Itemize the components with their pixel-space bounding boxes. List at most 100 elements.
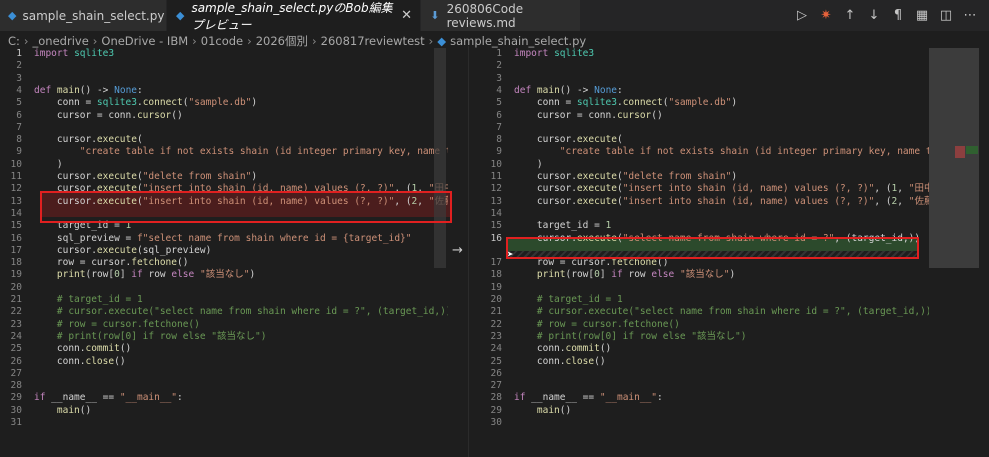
code-line[interactable]: 27 bbox=[480, 380, 929, 392]
code-text: import sqlite3 bbox=[34, 48, 115, 59]
code-text: main() bbox=[56, 404, 92, 416]
code-line[interactable]: 25 conn.close() bbox=[480, 356, 929, 368]
code-line[interactable]: 6 cursor = conn.cursor() bbox=[480, 110, 929, 122]
code-line[interactable]: 15 target_id = 1 bbox=[480, 220, 929, 232]
code-line[interactable]: 10 ) bbox=[0, 159, 448, 171]
code-line[interactable]: 23 # print(row[0] if row else "該当なし") bbox=[480, 331, 929, 343]
code-line[interactable]: 31 bbox=[0, 417, 448, 429]
more-icon[interactable]: ⋯ bbox=[963, 8, 977, 23]
code-line[interactable]: 1 import sqlite3 bbox=[480, 48, 929, 60]
code-line[interactable]: 3 bbox=[0, 73, 448, 85]
code-line[interactable]: 20 bbox=[0, 282, 448, 294]
code-line[interactable]: 7 bbox=[480, 122, 929, 134]
code-line[interactable]: 2 bbox=[480, 60, 929, 72]
code-line[interactable]: 19 bbox=[480, 282, 929, 294]
code-line[interactable]: 4 def main() -> None: bbox=[0, 85, 448, 97]
code-line[interactable]: 30 bbox=[480, 417, 929, 429]
code-line[interactable]: 5 conn = sqlite3.connect("sample.db") bbox=[480, 97, 929, 109]
code-line[interactable]: 5 conn = sqlite3.connect("sample.db") bbox=[0, 97, 448, 109]
code-line[interactable]: 11 cursor.execute("delete from shain") bbox=[480, 171, 929, 183]
line-number: 3 bbox=[16, 72, 22, 84]
code-line[interactable]: 26 conn.close() bbox=[0, 356, 448, 368]
code-line[interactable]: 27 bbox=[0, 368, 448, 380]
code-line[interactable]: 12 cursor.execute("insert into shain (id… bbox=[480, 183, 929, 195]
code-line[interactable]: 21 # target_id = 1 bbox=[0, 294, 448, 306]
line-number: 7 bbox=[496, 121, 502, 133]
code-line[interactable]: 28 if __name__ == "__main__": bbox=[480, 392, 929, 404]
arrow-up-icon[interactable]: ↑ bbox=[843, 8, 857, 23]
code-line[interactable]: 22 # row = cursor.fetchone() bbox=[480, 319, 929, 331]
line-number: 6 bbox=[16, 109, 22, 121]
line-number: 16 bbox=[490, 232, 502, 244]
code-line[interactable]: 11 cursor.execute("delete from shain") bbox=[0, 171, 448, 183]
code-line[interactable]: 10 ) bbox=[480, 159, 929, 171]
code-line[interactable]: 13 cursor.execute("insert into shain (id… bbox=[480, 196, 929, 208]
map-icon[interactable]: ▦ bbox=[915, 8, 929, 23]
pane-divider[interactable] bbox=[468, 46, 469, 457]
code-text: conn.commit() bbox=[514, 343, 612, 355]
line-number: 23 bbox=[490, 330, 502, 342]
code-line[interactable]: 24 # print(row[0] if row else "該当なし") bbox=[0, 331, 448, 343]
code-text: # row = cursor.fetchone() bbox=[34, 318, 200, 330]
code-line[interactable]: 8 cursor.execute( bbox=[480, 134, 929, 146]
arrow-down-icon[interactable]: ↓ bbox=[867, 8, 881, 23]
code-line[interactable]: 8 cursor.execute( bbox=[0, 134, 448, 146]
code-line[interactable]: 29 if __name__ == "__main__": bbox=[0, 392, 448, 404]
close-icon[interactable]: ✕ bbox=[401, 8, 412, 23]
code-line[interactable]: 18 row = cursor.fetchone() bbox=[0, 257, 448, 269]
code-line[interactable]: 17 cursor.execute(sql_preview) bbox=[0, 245, 448, 257]
code-line[interactable]: 9 "create table if not exists shain (id … bbox=[480, 146, 929, 158]
tab-sample-shain-select[interactable]: ◆ sample_shain_select.py M bbox=[0, 0, 183, 31]
pilcrow-icon[interactable]: ¶ bbox=[891, 8, 905, 23]
code-line[interactable]: 28 bbox=[0, 380, 448, 392]
code-line[interactable]: 30 main() bbox=[0, 405, 448, 417]
code-text: if __name__ == "__main__": bbox=[34, 392, 183, 404]
code-line[interactable]: 26 bbox=[480, 368, 929, 380]
code-line[interactable]: 18 print(row[0] if row else "該当なし") bbox=[480, 269, 929, 281]
tab-bob-preview[interactable]: ◆ sample_shain_select.pyのBob編集プレビュー ✕ bbox=[167, 0, 421, 32]
code-line[interactable]: 20 # target_id = 1 bbox=[480, 294, 929, 306]
scrollbar-left[interactable] bbox=[434, 48, 446, 268]
code-text: if __name__ == "__main__": bbox=[514, 392, 663, 404]
code-text: # cursor.execute("select name from shain… bbox=[514, 306, 929, 318]
line-number: 4 bbox=[496, 84, 502, 96]
code-line[interactable]: 24 conn.commit() bbox=[480, 343, 929, 355]
code-line[interactable]: 19 print(row[0] if row else "該当なし") bbox=[0, 269, 448, 281]
line-number: 20 bbox=[10, 281, 22, 293]
code-line[interactable]: 6 cursor = conn.cursor() bbox=[0, 110, 448, 122]
code-line[interactable]: 2 bbox=[0, 60, 448, 72]
code-text: cursor.execute(sql_preview) bbox=[34, 244, 212, 256]
original-editor[interactable]: 1 import sqlite3 2 3 4 def main() -> None: 5 c… bbox=[0, 46, 448, 457]
minimap-slider[interactable] bbox=[929, 48, 979, 268]
line-number: 13 bbox=[10, 195, 22, 207]
bob-icon[interactable]: ✷ bbox=[819, 8, 833, 23]
tab-label: sample_shain_select.pyのBob編集プレビュー bbox=[191, 0, 393, 32]
code-line[interactable]: 7 bbox=[0, 122, 448, 134]
line-number: 1 bbox=[16, 48, 22, 59]
code-text: "create table if not exists shain (id in… bbox=[559, 146, 929, 158]
code-text: # target_id = 1 bbox=[514, 294, 623, 305]
code-line[interactable]: 1 import sqlite3 bbox=[0, 48, 448, 60]
tab-code-reviews[interactable]: ⬇ 260806Code reviews.md bbox=[421, 0, 581, 31]
line-number: 1 bbox=[496, 48, 502, 59]
split-editor-icon[interactable]: ◫ bbox=[939, 8, 953, 23]
line-number: 14 bbox=[10, 207, 22, 219]
revert-arrow-icon[interactable]: → bbox=[452, 243, 463, 258]
code-line[interactable]: 21 # cursor.execute("select name from sh… bbox=[480, 306, 929, 318]
line-number: 9 bbox=[496, 146, 502, 158]
code-text: conn.commit() bbox=[34, 343, 132, 355]
code-line[interactable]: 29 main() bbox=[480, 405, 929, 417]
code-line[interactable]: 4 def main() -> None: bbox=[480, 85, 929, 97]
code-line[interactable]: 3 bbox=[480, 73, 929, 85]
code-line[interactable]: 23 # row = cursor.fetchone() bbox=[0, 319, 448, 331]
highlight-box-modified bbox=[506, 237, 919, 259]
line-number: 25 bbox=[490, 355, 502, 367]
code-text: # cursor.execute("select name from shain… bbox=[34, 306, 448, 318]
code-line[interactable]: 25 conn.commit() bbox=[0, 343, 448, 355]
code-text: # print(row[0] if row else "該当なし") bbox=[34, 330, 267, 342]
code-line[interactable]: 9 "create table if not exists shain (id … bbox=[0, 146, 448, 158]
run-icon[interactable]: ▷ bbox=[795, 8, 809, 23]
code-line[interactable]: 16 sql_preview = f"select name from shai… bbox=[0, 233, 448, 245]
code-line[interactable]: 14 bbox=[480, 208, 929, 220]
code-line[interactable]: 22 # cursor.execute("select name from sh… bbox=[0, 306, 448, 318]
